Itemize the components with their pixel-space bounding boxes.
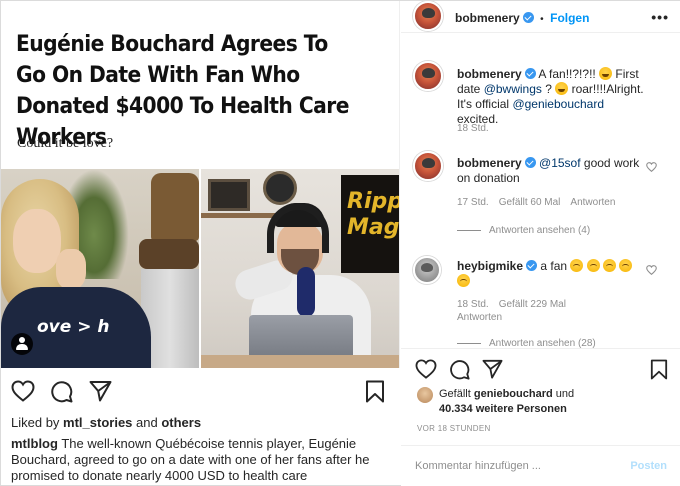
mention-link[interactable]: @geniebouchard xyxy=(512,97,604,111)
avatar[interactable] xyxy=(413,61,443,91)
bookmark-icon[interactable] xyxy=(365,380,385,403)
mention-link[interactable]: @bwwings xyxy=(484,82,542,96)
likes-line: Liked by mtl_stories and others xyxy=(11,415,201,430)
caption-user[interactable]: mtlblog xyxy=(11,436,58,451)
side-action-bar xyxy=(401,348,680,388)
share-icon[interactable] xyxy=(482,359,503,379)
follow-button[interactable]: Folgen xyxy=(550,11,589,25)
wall-clock xyxy=(263,171,297,205)
crying-emoji-icon xyxy=(586,259,600,272)
face xyxy=(13,209,61,273)
travel-bag xyxy=(139,239,199,269)
caption-text: The well-known Québécoise tennis player,… xyxy=(11,436,370,483)
comment-meta: 18 Std. Gefällt 229 Mal Antworten xyxy=(457,298,647,324)
verified-icon xyxy=(524,68,536,79)
post-media[interactable]: Eugénie Bouchard Agrees To Go On Date Wi… xyxy=(1,1,400,368)
liked-by-mid: und xyxy=(552,388,575,400)
verified-icon xyxy=(526,260,538,271)
comment-username[interactable]: bobmenery xyxy=(457,156,522,170)
comment-username[interactable]: heybigmike xyxy=(457,259,523,273)
laughing-emoji-icon xyxy=(555,82,569,95)
liked-by-mid: and xyxy=(132,415,162,430)
liked-by-user[interactable]: mtl_stories xyxy=(63,415,132,430)
photo-bouchard: ove > h xyxy=(1,169,199,368)
reply-button[interactable]: Antworten xyxy=(457,312,502,323)
liked-by-prefix: Liked by xyxy=(11,415,64,430)
heart-icon[interactable] xyxy=(11,380,35,402)
user-tag-icon[interactable] xyxy=(11,333,33,355)
instagram-post: Eugénie Bouchard Agrees To Go On Date Wi… xyxy=(0,0,680,486)
photo-fan: Ripp Mag xyxy=(201,169,399,368)
comment-text: bobmenery A fan!!?!?!! First date @bwwin… xyxy=(457,67,647,127)
comment-time-text: 18 Std. xyxy=(457,123,489,134)
comment-text-a: A fan!!?!?!! xyxy=(535,67,600,81)
bookmark-icon[interactable] xyxy=(650,359,668,380)
avatar[interactable] xyxy=(413,151,443,181)
comment-likes[interactable]: Gefällt 229 Mal xyxy=(499,299,566,310)
liked-by-others[interactable]: others xyxy=(161,415,201,430)
hand xyxy=(56,249,86,289)
comment-time-text: 18 Std. xyxy=(457,299,489,310)
crying-emoji-icon xyxy=(570,259,584,272)
post-comment-button[interactable]: Posten xyxy=(630,460,667,472)
crying-emoji-icon xyxy=(619,259,633,272)
comment-text: bobmenery @15sof good work on donation xyxy=(457,156,647,186)
more-icon[interactable]: ••• xyxy=(651,9,669,25)
heart-icon[interactable] xyxy=(415,359,437,379)
post-header: bobmenery • Folgen ••• xyxy=(401,1,680,33)
header-user-line: bobmenery • Folgen xyxy=(455,9,589,27)
comment-time-text: 17 Std. xyxy=(457,197,489,208)
comments-panel: bobmenery • Folgen ••• bobmenery A fan!!… xyxy=(401,1,680,486)
liked-by-count[interactable]: 40.334 weitere Personen xyxy=(439,403,567,415)
laughing-emoji-icon xyxy=(599,67,613,80)
verified-icon xyxy=(524,157,536,168)
header-username[interactable]: bobmenery xyxy=(455,11,520,25)
article-subline: Could it be love? xyxy=(17,136,114,151)
comment-username[interactable]: bobmenery xyxy=(457,67,522,81)
microphone xyxy=(297,267,315,317)
article-headline: Eugénie Bouchard Agrees To Go On Date Wi… xyxy=(16,31,349,150)
verified-icon xyxy=(522,12,534,23)
shirt-text: ove > h xyxy=(37,317,110,337)
handbag xyxy=(151,173,199,241)
comment-meta: 17 Std. Gefällt 60 Mal Antworten xyxy=(457,197,625,208)
crying-emoji-icon xyxy=(603,259,617,272)
poster: Ripp Mag xyxy=(341,175,399,273)
reply-button[interactable]: Antworten xyxy=(570,197,615,208)
post-caption: mtlblog The well-known Québécoise tennis… xyxy=(11,436,396,484)
comment-text-body: a fan xyxy=(537,259,571,273)
avatar[interactable] xyxy=(413,256,441,284)
wall-frame xyxy=(208,179,250,211)
heart-icon[interactable] xyxy=(646,162,657,172)
comment-likes[interactable]: Gefällt 60 Mal xyxy=(499,197,561,208)
liked-by-prefix: Gefällt xyxy=(439,388,474,400)
comment-text: heybigmike a fan xyxy=(457,259,647,289)
avatar[interactable] xyxy=(417,387,433,403)
crying-emoji-icon xyxy=(457,274,470,287)
header-separator: • xyxy=(540,14,544,25)
avatar[interactable] xyxy=(413,1,443,31)
comment-icon[interactable] xyxy=(449,359,470,380)
mention-link[interactable]: @15sof xyxy=(539,156,581,170)
add-comment-bar: Posten xyxy=(401,445,680,486)
comment-input[interactable] xyxy=(415,460,615,472)
comment-time: 18 Std. xyxy=(457,123,499,134)
desk xyxy=(201,355,399,368)
liked-by-line: Gefällt geniebouchard und 40.334 weitere … xyxy=(439,387,574,417)
post-action-bar xyxy=(1,368,400,414)
heart-icon[interactable] xyxy=(646,265,657,275)
share-icon[interactable] xyxy=(89,380,112,402)
liked-by-user[interactable]: geniebouchard xyxy=(474,388,553,400)
view-replies-button[interactable]: Antworten ansehen (4) xyxy=(457,225,590,236)
comment-icon[interactable] xyxy=(50,380,73,403)
comment-text-c: ? xyxy=(541,82,556,96)
post-timestamp[interactable]: VOR 18 STUNDEN xyxy=(417,424,491,433)
